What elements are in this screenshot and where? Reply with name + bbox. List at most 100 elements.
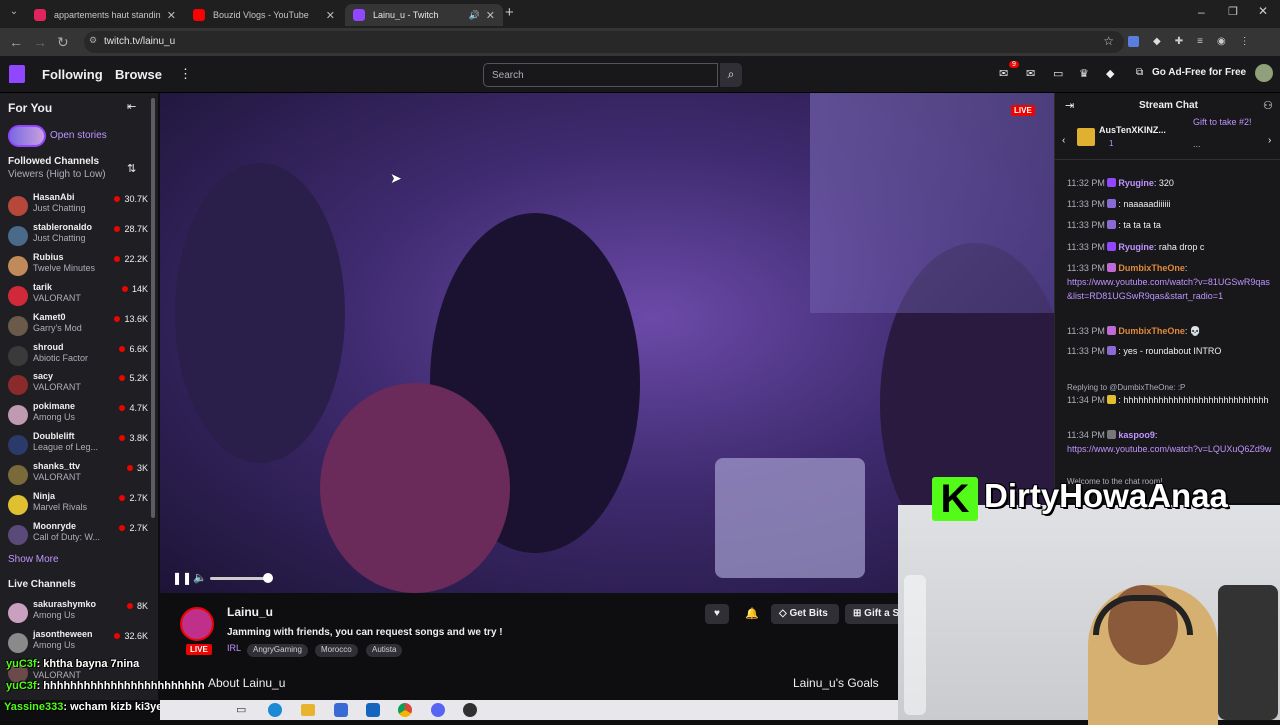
file-explorer-icon[interactable] — [301, 704, 315, 716]
sidebar-channel[interactable]: sacy VALORANT 5.2K — [8, 370, 148, 398]
tag-morocco[interactable]: Morocco — [315, 644, 358, 657]
search-input[interactable]: Search — [483, 63, 718, 87]
tab-audio-icon[interactable]: 🔊 — [469, 10, 480, 21]
follow-heart-button[interactable]: ♥ — [705, 604, 729, 624]
chat-link[interactable]: https://www.youtube.com/watch?v=81UGSwR9… — [1067, 277, 1270, 301]
tab-close-icon[interactable]: ✕ — [486, 9, 495, 22]
overlay-chat-text: : khtha bayna 7nina — [36, 658, 140, 670]
volume-slider[interactable] — [210, 577, 268, 580]
new-tab-button[interactable]: + — [505, 4, 514, 21]
pause-icon[interactable]: ❚❚ — [172, 571, 192, 585]
chat-username[interactable]: Ryugine — [1118, 178, 1154, 188]
chat-link[interactable]: https://www.youtube.com/watch?v=LQUXuQ6Z… — [1067, 444, 1271, 454]
tab-close-icon[interactable]: ✕ — [167, 9, 176, 22]
collapse-sidebar-icon[interactable]: ⇤ — [127, 100, 136, 113]
translate-extension-icon[interactable] — [1128, 36, 1139, 47]
more-options-icon[interactable]: ⋮ — [179, 66, 192, 82]
maximize-button[interactable]: ❐ — [1228, 5, 1238, 18]
task-view-icon[interactable]: ▭ — [236, 703, 246, 716]
chrome-icon[interactable] — [398, 703, 412, 717]
browser-tab[interactable]: appartements haut standing su ✕ — [26, 4, 184, 26]
tab-close-icon[interactable]: ✕ — [326, 9, 335, 22]
open-stories-link[interactable]: Open stories — [50, 130, 107, 141]
sidebar-scrollbar[interactable] — [151, 98, 155, 518]
volume-slider-handle[interactable] — [263, 573, 273, 583]
pinned-right-arrow-icon[interactable]: › — [1268, 135, 1271, 146]
browser-tab[interactable]: Lainu_u - Twitch 🔊 ✕ — [345, 4, 503, 26]
category-tag[interactable]: IRL — [227, 643, 241, 653]
get-bits-button[interactable]: ◇ Get Bits — [771, 604, 839, 624]
message-text: : raha drop c — [1153, 242, 1205, 252]
channel-name[interactable]: Lainu_u — [227, 605, 273, 619]
puzzle-extension-icon[interactable]: ✚ — [1175, 36, 1183, 47]
stories-avatars[interactable] — [8, 125, 46, 147]
sidebar-channel[interactable]: Kamet0 Garry's Mod 13.6K — [8, 311, 148, 339]
sidebar-channel[interactable]: Doublelift League of Leg... 3.8K — [8, 430, 148, 458]
browser-tab[interactable]: Bouzid Vlogs - YouTube ✕ — [185, 4, 343, 26]
discord-icon[interactable] — [431, 703, 445, 717]
channel-avatar — [8, 196, 28, 216]
chat-username[interactable]: DumbixTheOne — [1118, 263, 1185, 273]
notification-bell-icon[interactable]: 🔔 — [745, 607, 759, 620]
kick-logo-icon: K — [932, 477, 978, 521]
viewer-count: 13.6K — [114, 314, 148, 324]
obs-icon[interactable] — [463, 703, 477, 717]
pinned-left-arrow-icon[interactable]: ‹ — [1062, 135, 1065, 146]
pinned-username[interactable]: AusTenXKINZ... — [1099, 125, 1166, 135]
address-bar[interactable]: ⚙ twitch.tv/lainu_u ☆ — [84, 31, 1124, 53]
forward-icon[interactable]: → — [33, 33, 47, 51]
twitch-logo-icon[interactable] — [9, 65, 25, 83]
outlook-icon[interactable] — [366, 703, 380, 717]
profile-icon[interactable]: ◉ — [1217, 36, 1226, 47]
back-icon[interactable]: ← — [9, 33, 23, 51]
nav-browse[interactable]: Browse — [115, 67, 162, 82]
nav-following[interactable]: Following — [42, 67, 103, 82]
sidebar-channel[interactable]: shanks_ttv VALORANT 3K — [8, 460, 148, 488]
prime-icon[interactable]: ♛ — [1079, 67, 1089, 80]
edge-icon[interactable] — [268, 703, 282, 717]
minimize-button[interactable]: – — [1198, 5, 1205, 19]
user-badge-icon — [1107, 242, 1117, 251]
whispers-icon[interactable]: ▭ — [1053, 67, 1063, 80]
reload-icon[interactable]: ↻ — [57, 33, 69, 51]
tag-autista[interactable]: Autista — [366, 644, 403, 657]
sidebar-channel[interactable]: pokimane Among Us 4.7K — [8, 400, 148, 428]
chat-username[interactable]: DumbixTheOne — [1118, 326, 1185, 336]
ad-free-icon[interactable]: ⧉ — [1136, 67, 1143, 78]
collapse-chat-icon[interactable]: ⇥ — [1065, 99, 1074, 112]
sidebar-channel[interactable]: Rubius Twelve Minutes 22.2K — [8, 251, 148, 279]
tab-list-dropdown[interactable]: ⌄ — [6, 6, 22, 22]
diamond-extension-icon[interactable]: ◆ — [1153, 36, 1161, 47]
menu-kebab-icon[interactable]: ⋮ — [1240, 36, 1250, 47]
store-icon[interactable] — [334, 703, 348, 717]
sidebar-channel[interactable]: Moonryde Call of Duty: W... 2.7K — [8, 520, 148, 548]
bits-icon: ◇ — [779, 608, 790, 619]
sidebar-channel[interactable]: tarik VALORANT 14K — [8, 281, 148, 309]
search-icon[interactable]: ⌕ — [720, 63, 742, 87]
sidebar-channel[interactable]: jasontheween Among Us 32.6K — [8, 628, 148, 656]
sidebar-channel[interactable]: HasanAbi Just Chatting 30.7K — [8, 191, 148, 219]
reading-list-icon[interactable]: ≡ — [1197, 36, 1203, 47]
chat-username[interactable]: Ryugine — [1118, 242, 1154, 252]
sidebar-channel[interactable]: sakurashymko Among Us 8K — [8, 598, 148, 626]
volume-icon[interactable]: 🔈 — [193, 571, 207, 584]
site-info-icon[interactable]: ⚙ — [89, 35, 97, 46]
sort-icon[interactable]: ⇅ — [127, 162, 136, 175]
bits-icon[interactable]: ◆ — [1106, 67, 1114, 80]
sidebar-channel[interactable]: shroud Abiotic Factor 6.6K — [8, 341, 148, 369]
inbox-icon[interactable]: ✉ — [1026, 67, 1035, 80]
go-ad-free-button[interactable]: Go Ad-Free for Free — [1152, 67, 1246, 78]
channel-avatar[interactable] — [180, 607, 214, 641]
show-more-link[interactable]: Show More — [8, 554, 59, 565]
sidebar-channel[interactable]: Ninja Marvel Rivals 2.7K — [8, 490, 148, 518]
close-window-button[interactable]: ✕ — [1258, 4, 1268, 18]
sidebar-channel[interactable]: stableronaldo Just Chatting 28.7K — [8, 221, 148, 249]
bookmark-star-icon[interactable]: ☆ — [1103, 34, 1114, 48]
user-avatar[interactable] — [1255, 64, 1273, 82]
gift-sub-button[interactable]: ⊞ Gift a S — [845, 604, 898, 624]
community-icon[interactable]: ⚇ — [1263, 99, 1273, 112]
message-text: : yes - roundabout INTRO — [1118, 346, 1222, 356]
chat-username[interactable]: kaspoo9 — [1118, 430, 1155, 440]
tag-angrygaming[interactable]: AngryGaming — [247, 644, 308, 657]
notifications-icon[interactable]: ✉ — [999, 67, 1008, 80]
